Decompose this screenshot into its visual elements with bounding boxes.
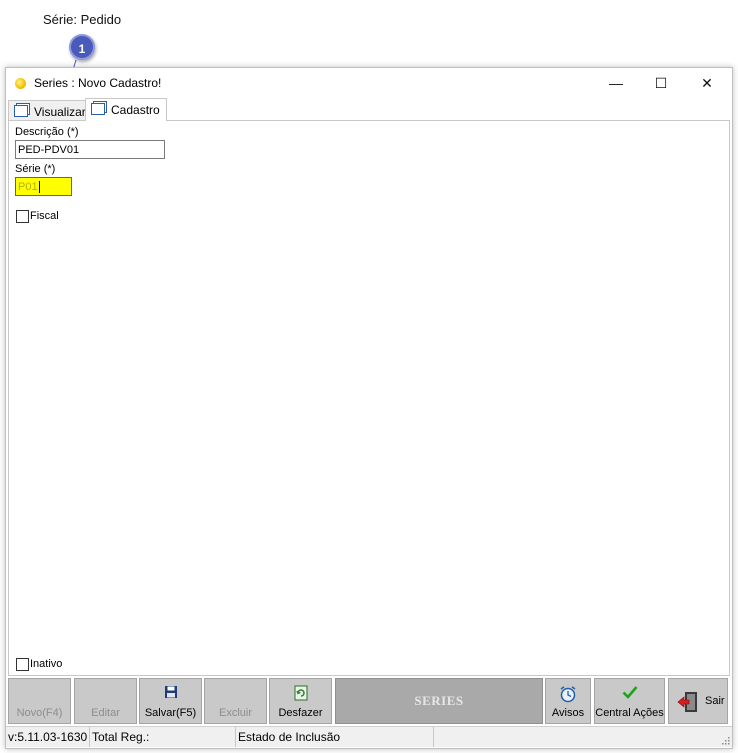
sair-label: Sair	[705, 695, 725, 707]
tab-cadastro-label: Cadastro	[111, 103, 160, 117]
tab-visualizar[interactable]: Visualizar	[8, 100, 86, 121]
central-acoes-button[interactable]: Central Ações	[594, 678, 665, 724]
novo-label: Novo(F4)	[16, 707, 63, 719]
fiscal-label: Fiscal	[30, 210, 59, 222]
resize-grip-icon[interactable]	[720, 735, 730, 745]
status-version: v:5.11.03-1630	[6, 727, 90, 747]
tab-visualizar-label: Visualizar	[34, 105, 86, 119]
action-toolbar: Novo(F4) Editar Salvar(F5) Excluir Desfa…	[8, 676, 728, 726]
module-title-series: SERIES	[335, 678, 543, 724]
novo-button[interactable]: Novo(F4)	[8, 678, 71, 724]
salvar-button[interactable]: Salvar(F5)	[139, 678, 202, 724]
descricao-label: Descrição (*)	[15, 126, 79, 138]
exit-door-icon	[677, 692, 697, 712]
desfazer-label: Desfazer	[278, 707, 323, 719]
avisos-button[interactable]: Avisos	[545, 678, 591, 724]
undo-document-icon	[294, 685, 307, 701]
excluir-button[interactable]: Excluir	[204, 678, 267, 724]
title-bar[interactable]: Series : Novo Cadastro! — ☐ ✕	[6, 68, 732, 98]
central-acoes-label: Central Ações	[595, 707, 664, 719]
tab-cadastro[interactable]: Cadastro	[85, 98, 167, 121]
tab-strip: Visualizar Cadastro	[8, 98, 728, 121]
window-icon	[14, 105, 28, 117]
annotation-callout-badge: 1	[69, 34, 95, 60]
status-estado: Estado de Inclusão	[236, 727, 434, 747]
status-extra	[434, 727, 720, 747]
floppy-disk-icon	[164, 686, 177, 698]
salvar-label: Salvar(F5)	[144, 707, 197, 719]
window-title: Series : Novo Cadastro!	[34, 76, 162, 90]
status-total-reg: Total Reg.:	[90, 727, 236, 747]
app-sun-icon	[15, 78, 26, 89]
series-window: Series : Novo Cadastro! — ☐ ✕ Visualizar…	[5, 67, 733, 749]
minimize-button[interactable]: —	[593, 68, 639, 98]
status-bar: v:5.11.03-1630 Total Reg.: Estado de Inc…	[6, 726, 732, 747]
fiscal-checkbox[interactable]	[16, 210, 29, 223]
editar-button[interactable]: Editar	[74, 678, 137, 724]
maximize-button[interactable]: ☐	[638, 68, 684, 98]
avisos-label: Avisos	[551, 707, 585, 719]
text-caret	[38, 181, 40, 194]
inativo-label: Inativo	[30, 658, 63, 670]
alarm-clock-icon	[560, 686, 576, 703]
close-button[interactable]: ✕	[684, 68, 730, 98]
sair-button[interactable]: Sair	[668, 678, 728, 724]
excluir-label: Excluir	[218, 707, 252, 719]
serie-value: P01	[18, 181, 38, 193]
serie-label: Série (*)	[15, 163, 56, 175]
serie-input[interactable]: P01	[15, 177, 72, 196]
desfazer-button[interactable]: Desfazer	[269, 678, 332, 724]
descricao-input[interactable]: PED-PDV01	[15, 140, 165, 159]
checkmark-icon	[622, 686, 637, 699]
cadastro-panel: Descrição (*) PED-PDV01 Série (*) P01 Fi…	[8, 120, 730, 676]
inativo-checkbox[interactable]	[16, 658, 29, 671]
editar-label: Editar	[91, 707, 120, 719]
window-icon	[91, 103, 105, 115]
